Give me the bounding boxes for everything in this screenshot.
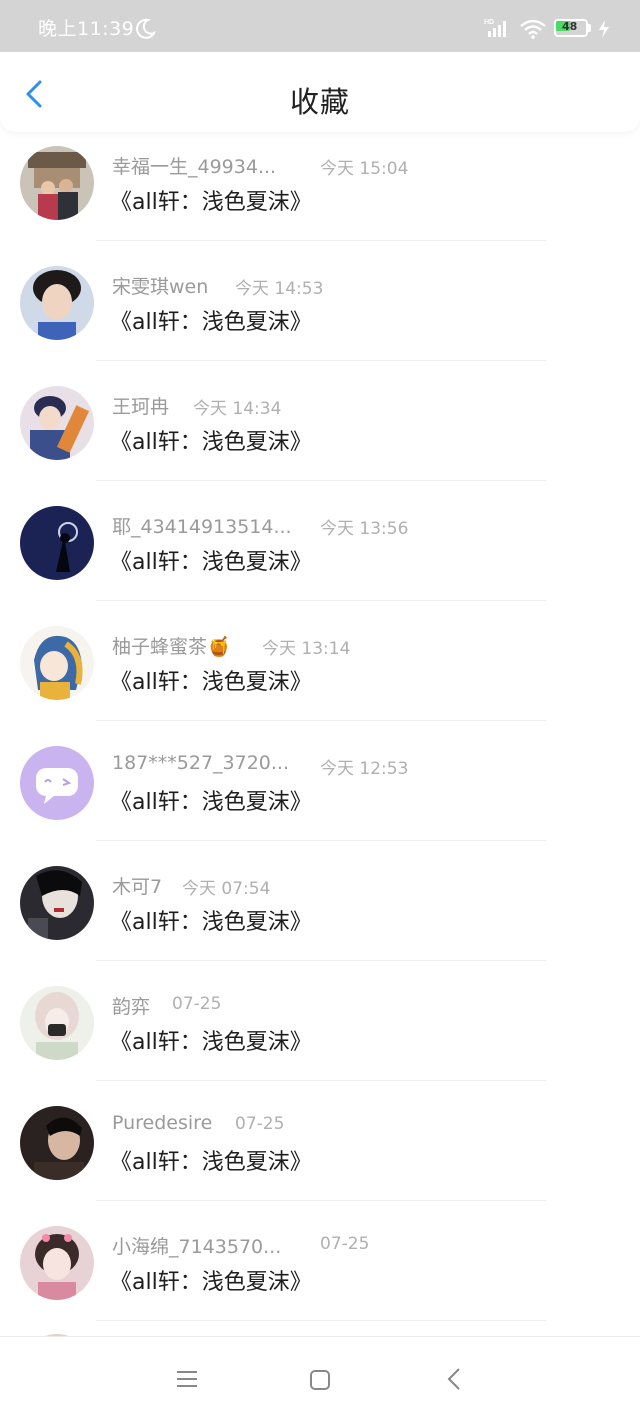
wifi-icon: [520, 19, 546, 39]
timestamp: 07-25: [235, 1114, 285, 1134]
item-title: 《all轩：浅色夏沫》: [110, 790, 312, 815]
user-avatar: [20, 866, 94, 940]
favorites-list: 幸福一生_49934... 今天 15:04 《all轩：浅色夏沫》 宋雯琪we…: [0, 132, 640, 1336]
item-title: 《all轩：浅色夏沫》: [110, 1030, 312, 1055]
user-avatar: [20, 386, 94, 460]
user-name: 柚子蜂蜜茶🍯: [112, 636, 231, 658]
list-item[interactable]: 幸福一生_49934... 今天 15:04 《all轩：浅色夏沫》: [0, 140, 640, 260]
item-title: 《all轩：浅色夏沫》: [110, 910, 312, 935]
timestamp: 今天 07:54: [182, 879, 271, 899]
list-item[interactable]: 韵弈 07-25 《all轩：浅色夏沫》: [0, 980, 640, 1100]
user-name: 耶_43414913514...: [112, 516, 292, 538]
svg-text:HD: HD: [484, 19, 494, 26]
user-name: 幸福一生_49934...: [112, 156, 277, 178]
list-item[interactable]: 宋雯琪wen 今天 14:53 《all轩：浅色夏沫》: [0, 260, 640, 380]
list-item[interactable]: 柚子蜂蜜茶🍯 今天 13:14 《all轩：浅色夏沫》: [0, 620, 640, 740]
divider: [96, 960, 546, 961]
item-title: 《all轩：浅色夏沫》: [110, 1150, 312, 1175]
header: 收藏: [0, 52, 640, 132]
user-name: 宋雯琪wen: [112, 276, 209, 298]
default-avatar-icon: [20, 746, 94, 820]
timestamp: 今天 12:53: [320, 759, 409, 779]
divider: [96, 360, 546, 361]
user-avatar: [20, 626, 94, 700]
timestamp: 今天 13:56: [320, 519, 409, 539]
item-title: 《all轩：浅色夏沫》: [110, 430, 312, 455]
user-name: 王珂冉: [112, 396, 170, 418]
user-avatar: [20, 506, 94, 580]
divider: [96, 600, 546, 601]
back-icon[interactable]: [446, 1367, 462, 1391]
hd-signal-icon: HD: [484, 19, 506, 37]
timestamp: 今天 14:34: [193, 399, 282, 419]
divider: [96, 840, 546, 841]
timestamp: 今天 14:53: [235, 279, 324, 299]
timestamp: 今天 15:04: [320, 159, 409, 179]
user-avatar: [20, 146, 94, 220]
user-avatar: [20, 986, 94, 1060]
user-avatar: [20, 1106, 94, 1180]
list-item[interactable]: 187***527_3720... 今天 12:53 《all轩：浅色夏沫》: [0, 740, 640, 860]
list-item[interactable]: Puredesire 07-25 《all轩：浅色夏沫》: [0, 1100, 640, 1220]
system-nav-bar: [0, 1336, 640, 1422]
item-title: 《all轩：浅色夏沫》: [110, 310, 312, 335]
timestamp: 07-25: [172, 994, 222, 1014]
user-name: 小海绵_7143570...: [112, 1236, 282, 1258]
item-title: 《all轩：浅色夏沫》: [110, 1270, 312, 1295]
item-title: 《all轩：浅色夏沫》: [110, 190, 312, 215]
user-avatar: [20, 266, 94, 340]
charging-icon: [599, 20, 609, 38]
list-item-partial[interactable]: [0, 1328, 640, 1336]
home-icon[interactable]: [309, 1369, 331, 1391]
divider: [96, 240, 546, 241]
timestamp: 今天 13:14: [262, 639, 351, 659]
divider: [96, 1080, 546, 1081]
divider: [96, 1200, 546, 1201]
divider: [96, 480, 546, 481]
list-item[interactable]: 王珂冉 今天 14:34 《all轩：浅色夏沫》: [0, 380, 640, 500]
item-title: 《all轩：浅色夏沫》: [110, 550, 312, 575]
timestamp: 07-25: [320, 1234, 370, 1254]
divider: [96, 720, 546, 721]
list-item[interactable]: 木可7 今天 07:54 《all轩：浅色夏沫》: [0, 860, 640, 980]
battery-icon: 48: [554, 19, 592, 37]
list-item[interactable]: 小海绵_7143570... 07-25 《all轩：浅色夏沫》: [0, 1220, 640, 1336]
user-name: 木可7: [112, 876, 163, 898]
status-time: 晚上11:39: [38, 18, 135, 40]
user-name: 韵弈: [112, 996, 151, 1018]
moon-icon: [136, 18, 156, 39]
battery-level: 48: [562, 20, 578, 33]
user-name: Puredesire: [112, 1112, 213, 1134]
page-title: 收藏: [289, 85, 350, 119]
list-item[interactable]: 耶_43414913514... 今天 13:56 《all轩：浅色夏沫》: [0, 500, 640, 620]
divider: [96, 1320, 546, 1321]
status-bar: 晚上11:39 HD 48: [0, 0, 640, 52]
user-avatar: [20, 1226, 94, 1300]
menu-icon[interactable]: [176, 1369, 198, 1389]
user-name: 187***527_3720...: [112, 752, 290, 774]
item-title: 《all轩：浅色夏沫》: [110, 670, 312, 695]
